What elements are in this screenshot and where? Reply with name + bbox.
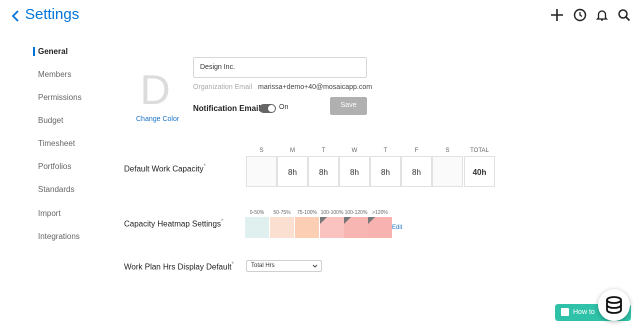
heat-marker-3 [320,217,327,224]
workplan-marker: * [231,262,234,268]
chevron-left-icon[interactable] [10,8,22,24]
toggle-knob [268,105,275,112]
database-icon [606,296,622,314]
capacity-cell-tue[interactable]: 8h [308,156,339,187]
day-head-total: TOTAL [470,148,489,154]
capacity-cell-thu[interactable]: 8h [370,156,401,187]
save-button[interactable]: Save [330,97,367,115]
notification-email-toggle[interactable] [259,104,276,113]
capacity-cell-wed[interactable]: 8h [339,156,370,187]
heat-swatch-2 [295,217,319,238]
org-name-input[interactable]: Design Inc. [193,57,367,78]
day-head-sat: S [445,148,450,154]
heatmap-label: Capacity Heatmap Settings* [124,219,223,229]
capacity-cell-mon[interactable]: 8h [277,156,308,187]
change-color-link[interactable]: Change Color [136,116,179,123]
workplan-label-text: Work Plan Hrs Display Default [124,262,232,272]
work-capacity-marker: * [203,164,206,170]
heat-range-5: >120% [372,210,388,216]
workplan-select-value: Total Hrs [251,263,275,269]
org-logo: D [140,66,171,113]
sidebar-item-general[interactable]: General [33,47,68,56]
day-head-tue: T [321,148,326,154]
capacity-cell-sat[interactable] [432,156,463,187]
plus-icon[interactable] [550,8,564,22]
workplan-select[interactable]: Total Hrs [246,260,322,272]
sidebar-item-portfolios[interactable]: Portfolios [38,162,71,171]
sidebar-item-standards[interactable]: Standards [38,185,74,194]
day-head-wed: W [351,148,358,154]
heat-swatch-4 [344,217,368,238]
bell-icon[interactable] [595,8,609,22]
top-bar: Settings [0,0,640,34]
heat-range-1: 50-75% [273,210,291,216]
heat-swatch-1 [270,217,294,238]
heat-range-0: 0-50% [249,210,265,216]
chevron-down-icon [312,264,318,268]
work-capacity-label-text: Default Work Capacity [124,164,204,174]
sidebar-item-integrations[interactable]: Integrations [38,232,80,241]
capacity-cell-sun[interactable] [246,156,277,187]
org-email-label: Organization Email [193,84,253,91]
notification-email-label: Notification Email [193,104,261,113]
help-chat-icon [561,308,569,316]
how-to-label: How to [573,309,595,316]
sidebar-item-members[interactable]: Members [38,70,71,79]
sidebar-item-budget[interactable]: Budget [38,116,63,125]
sidebar-item-timesheet[interactable]: Timesheet [38,139,75,148]
capacity-cell-fri[interactable]: 8h [401,156,432,187]
heat-swatch-3 [320,217,344,238]
work-capacity-label: Default Work Capacity* [124,164,206,174]
heatmap-label-text: Capacity Heatmap Settings [124,219,221,229]
day-head-fri: F [414,148,419,154]
heat-range-4: 100-120% [344,210,368,216]
search-icon[interactable] [617,8,631,22]
notification-state: On [279,104,289,111]
heat-marker-5 [368,217,375,224]
heat-marker-4 [344,217,351,224]
day-head-mon: M [290,148,295,154]
clock-icon[interactable] [573,8,587,22]
day-head-sun: S [259,148,264,154]
heatmap-marker: * [220,219,224,225]
heat-range-3: 100-100% [320,210,344,216]
sidebar-item-permissions[interactable]: Permissions [38,93,82,102]
heat-swatch-5 [368,217,392,238]
heat-range-2: 75-100% [296,210,317,216]
stack-launcher-button[interactable] [598,289,630,321]
workplan-label: Work Plan Hrs Display Default* [124,262,234,272]
capacity-cell-total: 40h [464,156,495,187]
sidebar-item-import[interactable]: Import [38,209,61,218]
day-head-thu: T [383,148,388,154]
heatmap-edit-link[interactable]: Edit [392,225,402,231]
org-email-value: marissa+demo+40@mosaicapp.com [258,84,373,91]
heat-swatch-0 [245,217,269,238]
page-title: Settings [25,6,80,23]
